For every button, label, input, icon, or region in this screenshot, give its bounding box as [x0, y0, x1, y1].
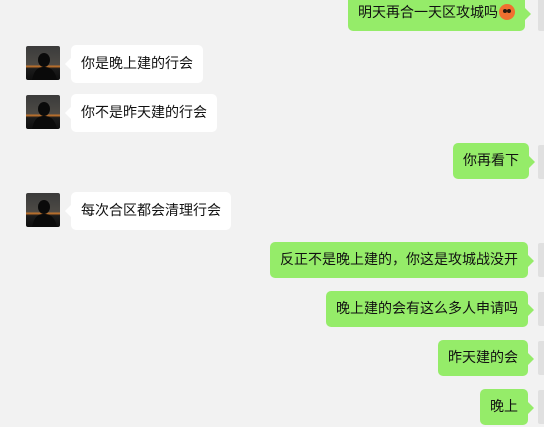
message-text: 昨天建的会: [448, 350, 518, 366]
silhouette-icon: [32, 200, 57, 227]
self-avatar[interactable]: [538, 0, 544, 31]
self-avatar[interactable]: [538, 390, 544, 424]
message-text: 反正不是晚上建的，你这是攻城战没开: [280, 252, 518, 268]
outgoing-message-bubble[interactable]: 明天再合一天区攻城吗: [348, 0, 531, 31]
message-text: 明天再合一天区攻城吗: [358, 5, 498, 21]
message-text: 晚上建的会有这么多人申请吗: [336, 301, 518, 317]
contact-avatar[interactable]: [26, 95, 60, 129]
self-avatar[interactable]: [538, 243, 544, 277]
self-avatar[interactable]: [538, 292, 544, 326]
outgoing-message-bubble[interactable]: 你再看下: [453, 143, 535, 179]
chat-message-list[interactable]: 明天再合一天区攻城吗 你是晚上建的行会 你不是昨天建的行会 你再看下 每次合区都…: [0, 0, 544, 427]
angry-face-icon: [499, 4, 515, 20]
message-text: 你再看下: [463, 153, 519, 169]
message-text: 晚上: [490, 399, 518, 415]
self-avatar[interactable]: [538, 341, 544, 375]
incoming-message-bubble[interactable]: 你是晚上建的行会: [65, 45, 203, 83]
contact-avatar[interactable]: [26, 193, 60, 227]
outgoing-message-bubble[interactable]: 反正不是晚上建的，你这是攻城战没开: [270, 242, 534, 278]
outgoing-message-bubble[interactable]: 昨天建的会: [438, 340, 534, 376]
outgoing-message-bubble[interactable]: 晚上: [480, 389, 534, 425]
self-avatar[interactable]: [538, 145, 544, 179]
silhouette-icon: [32, 53, 57, 80]
message-text: 每次合区都会清理行会: [81, 203, 221, 219]
incoming-message-bubble[interactable]: 你不是昨天建的行会: [65, 94, 217, 132]
outgoing-message-bubble[interactable]: 晚上建的会有这么多人申请吗: [326, 291, 534, 327]
silhouette-icon: [32, 102, 57, 129]
message-text: 你不是昨天建的行会: [81, 105, 207, 121]
contact-avatar[interactable]: [26, 46, 60, 80]
incoming-message-bubble[interactable]: 每次合区都会清理行会: [65, 192, 231, 230]
message-text: 你是晚上建的行会: [81, 56, 193, 72]
